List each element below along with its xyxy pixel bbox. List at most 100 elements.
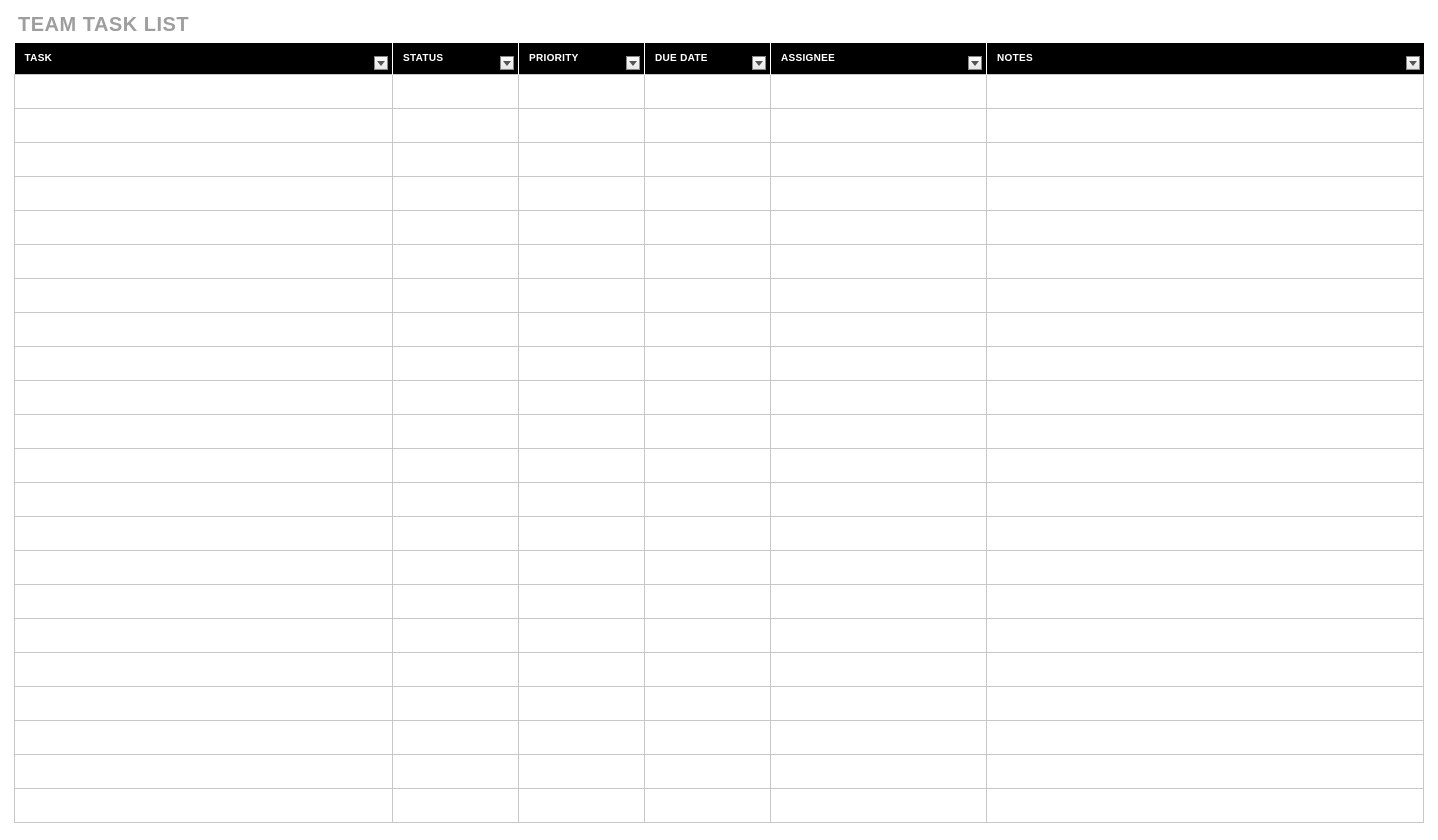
cell-due_date[interactable] (645, 789, 771, 823)
cell-assignee[interactable] (771, 517, 987, 551)
cell-notes[interactable] (987, 347, 1424, 381)
cell-notes[interactable] (987, 687, 1424, 721)
cell-task[interactable] (15, 381, 393, 415)
cell-due_date[interactable] (645, 687, 771, 721)
cell-assignee[interactable] (771, 755, 987, 789)
cell-status[interactable] (393, 517, 519, 551)
cell-status[interactable] (393, 313, 519, 347)
cell-assignee[interactable] (771, 279, 987, 313)
cell-priority[interactable] (519, 755, 645, 789)
cell-priority[interactable] (519, 653, 645, 687)
cell-assignee[interactable] (771, 313, 987, 347)
cell-due_date[interactable] (645, 483, 771, 517)
cell-due_date[interactable] (645, 245, 771, 279)
filter-dropdown-icon[interactable] (968, 56, 982, 70)
cell-task[interactable] (15, 211, 393, 245)
cell-due_date[interactable] (645, 415, 771, 449)
cell-task[interactable] (15, 415, 393, 449)
cell-task[interactable] (15, 721, 393, 755)
cell-priority[interactable] (519, 313, 645, 347)
cell-assignee[interactable] (771, 109, 987, 143)
cell-assignee[interactable] (771, 483, 987, 517)
cell-due_date[interactable] (645, 279, 771, 313)
cell-assignee[interactable] (771, 245, 987, 279)
cell-assignee[interactable] (771, 415, 987, 449)
cell-notes[interactable] (987, 75, 1424, 109)
cell-notes[interactable] (987, 619, 1424, 653)
cell-task[interactable] (15, 619, 393, 653)
filter-dropdown-icon[interactable] (1406, 56, 1420, 70)
cell-assignee[interactable] (771, 211, 987, 245)
cell-due_date[interactable] (645, 517, 771, 551)
cell-notes[interactable] (987, 415, 1424, 449)
cell-priority[interactable] (519, 245, 645, 279)
cell-assignee[interactable] (771, 449, 987, 483)
cell-notes[interactable] (987, 551, 1424, 585)
cell-due_date[interactable] (645, 585, 771, 619)
cell-due_date[interactable] (645, 449, 771, 483)
cell-task[interactable] (15, 517, 393, 551)
cell-task[interactable] (15, 483, 393, 517)
cell-status[interactable] (393, 653, 519, 687)
cell-status[interactable] (393, 755, 519, 789)
filter-dropdown-icon[interactable] (752, 56, 766, 70)
cell-notes[interactable] (987, 721, 1424, 755)
cell-notes[interactable] (987, 109, 1424, 143)
cell-task[interactable] (15, 755, 393, 789)
cell-task[interactable] (15, 245, 393, 279)
cell-priority[interactable] (519, 143, 645, 177)
cell-notes[interactable] (987, 789, 1424, 823)
cell-assignee[interactable] (771, 585, 987, 619)
cell-status[interactable] (393, 245, 519, 279)
cell-notes[interactable] (987, 585, 1424, 619)
cell-notes[interactable] (987, 143, 1424, 177)
cell-assignee[interactable] (771, 381, 987, 415)
cell-status[interactable] (393, 279, 519, 313)
cell-priority[interactable] (519, 585, 645, 619)
cell-task[interactable] (15, 109, 393, 143)
cell-assignee[interactable] (771, 75, 987, 109)
cell-assignee[interactable] (771, 653, 987, 687)
cell-assignee[interactable] (771, 721, 987, 755)
cell-notes[interactable] (987, 381, 1424, 415)
cell-due_date[interactable] (645, 143, 771, 177)
cell-status[interactable] (393, 177, 519, 211)
filter-dropdown-icon[interactable] (500, 56, 514, 70)
cell-assignee[interactable] (771, 619, 987, 653)
cell-status[interactable] (393, 721, 519, 755)
cell-due_date[interactable] (645, 75, 771, 109)
cell-priority[interactable] (519, 619, 645, 653)
cell-assignee[interactable] (771, 687, 987, 721)
cell-task[interactable] (15, 313, 393, 347)
cell-task[interactable] (15, 653, 393, 687)
filter-dropdown-icon[interactable] (374, 56, 388, 70)
cell-notes[interactable] (987, 313, 1424, 347)
cell-due_date[interactable] (645, 755, 771, 789)
cell-priority[interactable] (519, 75, 645, 109)
cell-task[interactable] (15, 585, 393, 619)
cell-priority[interactable] (519, 211, 645, 245)
cell-priority[interactable] (519, 279, 645, 313)
cell-status[interactable] (393, 75, 519, 109)
cell-notes[interactable] (987, 755, 1424, 789)
cell-task[interactable] (15, 687, 393, 721)
cell-status[interactable] (393, 211, 519, 245)
cell-notes[interactable] (987, 517, 1424, 551)
cell-task[interactable] (15, 347, 393, 381)
cell-priority[interactable] (519, 483, 645, 517)
cell-assignee[interactable] (771, 177, 987, 211)
filter-dropdown-icon[interactable] (626, 56, 640, 70)
cell-due_date[interactable] (645, 653, 771, 687)
cell-task[interactable] (15, 279, 393, 313)
cell-due_date[interactable] (645, 551, 771, 585)
cell-status[interactable] (393, 585, 519, 619)
cell-status[interactable] (393, 347, 519, 381)
cell-due_date[interactable] (645, 211, 771, 245)
cell-priority[interactable] (519, 347, 645, 381)
cell-notes[interactable] (987, 245, 1424, 279)
cell-task[interactable] (15, 551, 393, 585)
cell-priority[interactable] (519, 687, 645, 721)
cell-due_date[interactable] (645, 721, 771, 755)
cell-priority[interactable] (519, 109, 645, 143)
cell-due_date[interactable] (645, 109, 771, 143)
